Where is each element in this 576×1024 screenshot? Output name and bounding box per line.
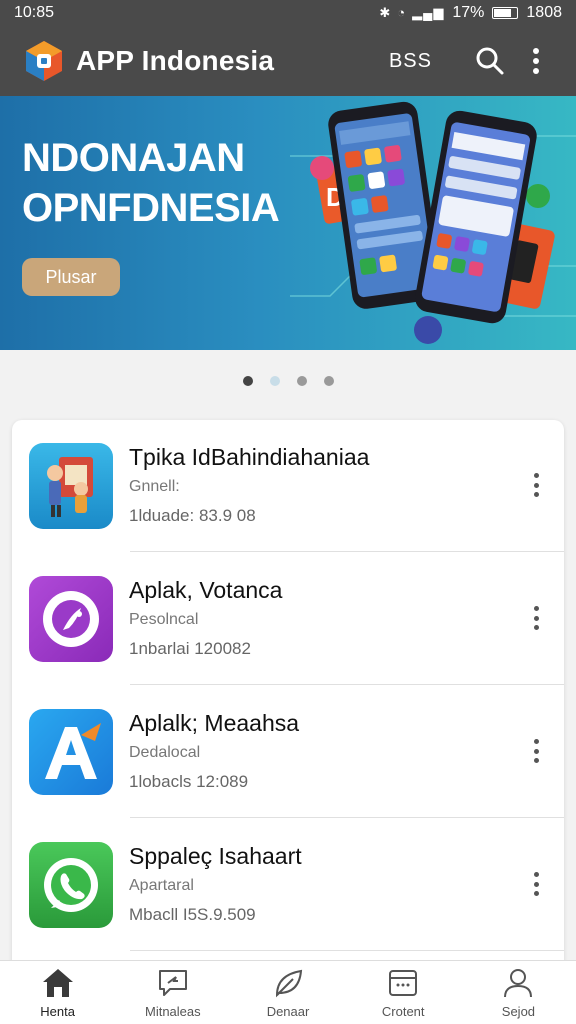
app-category: Apartaral	[129, 877, 194, 894]
nav-item-explore[interactable]: Denaar	[230, 961, 345, 1024]
letter-a-icon	[29, 709, 113, 795]
banner-headline-line1: NDONAJAN	[22, 136, 245, 180]
banner-headline-line2: OPNFDNESIA	[22, 186, 280, 230]
app-logo-icon	[22, 39, 66, 83]
app-name: Aplalk; Meaahsa	[129, 710, 300, 736]
phones-illustration: D	[290, 101, 576, 344]
green-phone-icon	[29, 842, 113, 928]
app-downloads: 1nbarlai 120082	[129, 639, 251, 658]
more-options-icon[interactable]	[526, 603, 546, 633]
battery-icon	[492, 7, 519, 19]
person-icon	[500, 966, 536, 1000]
divider	[130, 950, 564, 951]
nav-item-home[interactable]: Henta	[0, 961, 115, 1024]
app-category: Dedalocal	[129, 744, 201, 761]
app-bar: APP Indonesia BSS	[0, 26, 576, 96]
wifi-icon: ◔	[397, 5, 407, 20]
app-category: Pesolncal	[129, 611, 199, 628]
nav-label: Denaar	[266, 1004, 310, 1019]
toy-figures-icon	[29, 443, 113, 529]
divider	[130, 684, 564, 685]
nav-item-profile[interactable]: Sejod	[461, 961, 576, 1024]
carousel-dot[interactable]	[242, 376, 253, 386]
divider	[130, 551, 564, 552]
carousel-dot[interactable]	[323, 376, 334, 386]
banner-cta-button[interactable]: Plusar	[22, 258, 120, 296]
nav-label: Crotent	[381, 1004, 425, 1019]
search-icon[interactable]	[472, 43, 508, 79]
status-clock-right: 1808	[526, 4, 562, 21]
divider	[130, 817, 564, 818]
app-downloads: 1lduade: 83.9 08	[129, 506, 256, 525]
calendar-icon	[385, 966, 421, 1000]
promo-banner[interactable]: NDONAJAN OPNFDNESIA Plusar D	[0, 96, 576, 350]
app-title: APP Indonesia	[76, 45, 275, 76]
more-options-icon[interactable]	[526, 736, 546, 766]
status-time: 10:85	[14, 4, 55, 21]
chat-bubble-icon	[155, 966, 191, 1000]
nav-label: Sejod	[501, 1004, 536, 1019]
status-indicators: ✱ ◔ ▂▄▆ 17% 1808	[379, 4, 562, 22]
carousel-dot[interactable]	[296, 376, 307, 386]
app-name: Tpika IdBahindiahaniaa	[129, 444, 370, 470]
nav-label: Henta	[40, 1004, 75, 1019]
app-list-card: Tpika IdBahindiahaniaa Gnnell: 1lduade: …	[12, 420, 564, 980]
app-category: Gnnell:	[129, 478, 180, 495]
app-list-item[interactable]: Aplak, Votanca Pesolncal 1nbarlai 120082	[12, 553, 564, 685]
app-name: Sppaleç Isahaart	[129, 843, 302, 869]
app-bar-action-button[interactable]: BSS	[389, 50, 432, 73]
app-downloads: 1lobacls 12:089	[129, 772, 249, 791]
app-list-item[interactable]: Tpika IdBahindiahaniaa Gnnell: 1lduade: …	[12, 420, 564, 552]
status-bar: 10:85 ✱ ◔ ▂▄▆ 17% 1808	[0, 0, 576, 26]
bluetooth-icon: ✱	[379, 5, 392, 20]
leaf-icon	[270, 966, 306, 1000]
carousel-dot[interactable]	[269, 376, 280, 386]
carousel-indicator	[0, 376, 576, 386]
overflow-menu-icon[interactable]	[518, 43, 554, 79]
app-list-item[interactable]: Aplalk; Meaahsa Dedalocal 1lobacls 12:08…	[12, 686, 564, 818]
home-icon	[40, 966, 76, 1000]
more-options-icon[interactable]	[526, 869, 546, 899]
purple-chat-icon	[29, 576, 113, 662]
nav-item-content[interactable]: Crotent	[346, 961, 461, 1024]
more-options-icon[interactable]	[526, 470, 546, 500]
signal-icon: ▂▄▆	[412, 5, 445, 20]
app-downloads: Mbacll I5S.9.509	[129, 905, 256, 924]
app-name: Aplak, Votanca	[129, 577, 283, 603]
nav-label: Mitnaleas	[144, 1004, 201, 1019]
bottom-navigation: Henta Mitnaleas Denaar Crotent Sejod	[0, 960, 576, 1024]
app-list-item[interactable]: Sppaleç Isahaart Apartaral Mbacll I5S.9.…	[12, 819, 564, 951]
nav-item-messages[interactable]: Mitnaleas	[115, 961, 230, 1024]
status-icons: ✱ ◔ ▂▄▆	[379, 5, 444, 21]
battery-percent: 17%	[452, 4, 485, 21]
